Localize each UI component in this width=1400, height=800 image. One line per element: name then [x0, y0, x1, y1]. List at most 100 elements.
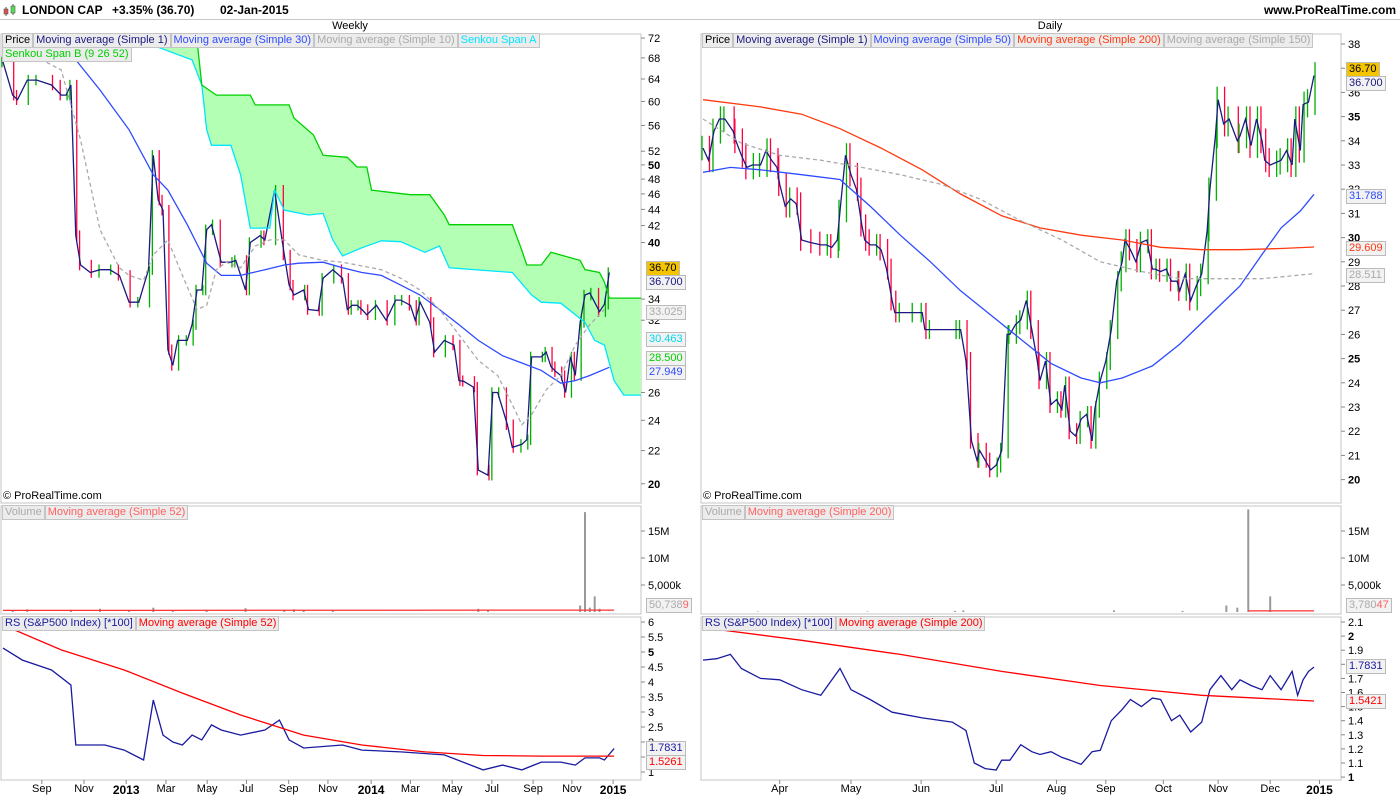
y-tick-label: 35: [1348, 112, 1360, 124]
legend-ma50[interactable]: Moving average (Simple 50): [870, 33, 1015, 48]
legend-volume[interactable]: Volume: [702, 505, 745, 520]
legend-senkou-b[interactable]: Senkou Span B (9 26 52): [2, 47, 132, 62]
daily-volume-panel[interactable]: [700, 505, 1342, 615]
y-tick-label: 2: [1348, 631, 1354, 643]
legend-volume-ma[interactable]: Moving average (Simple 200): [744, 505, 895, 520]
x-axis-label: Jul: [484, 783, 499, 795]
volume-value-label: 50,7389: [646, 598, 692, 613]
y-tick-label: 1.1: [1348, 758, 1363, 770]
ma30-value-label: 27.949: [646, 365, 686, 380]
legend-volume[interactable]: Volume: [2, 505, 45, 520]
legend-price[interactable]: Price: [2, 33, 34, 48]
volume-bar: [1247, 509, 1250, 612]
y-tick-label: 60: [648, 96, 660, 108]
x-axis-label: Mar: [400, 783, 420, 795]
y-tick-label: 15M: [648, 526, 669, 538]
y-tick-label: 2.5: [648, 722, 663, 734]
legend-ma150[interactable]: Moving average (Simple 150): [1163, 33, 1314, 48]
y-tick-label: 10M: [648, 553, 669, 565]
x-axis-label: 2015: [1306, 783, 1333, 797]
weekly-volume-legend: Volume Moving average (Simple 52): [2, 505, 189, 520]
y-tick-label: 29: [1348, 257, 1360, 269]
y-tick-label: 1.7: [1348, 673, 1363, 685]
volume-value-label: 3,78047: [1346, 598, 1392, 613]
legend-ma10[interactable]: Moving average (Simple 10): [314, 33, 458, 48]
y-tick-label: 5,000k: [1348, 580, 1382, 592]
y-tick-label: 22: [1348, 426, 1360, 438]
y-tick-label: 15M: [1348, 526, 1369, 538]
x-axis-label: Nov: [562, 783, 582, 795]
y-tick-label: 1.3: [1348, 730, 1363, 742]
legend-senkou-a[interactable]: Senkou Span A: [457, 33, 540, 48]
legend-rs[interactable]: RS (S&P500 Index) [*100]: [2, 616, 136, 631]
volume-bar: [1181, 610, 1184, 612]
x-axis-label: Sep: [32, 783, 52, 795]
legend-rs-ma[interactable]: Moving average (Simple 52): [135, 616, 280, 631]
y-tick-label: 56: [648, 120, 660, 132]
legend-ma1[interactable]: Moving average (Simple 1): [33, 33, 171, 48]
daily-price-panel[interactable]: [700, 33, 1342, 504]
volume-value: 3,780: [1349, 599, 1377, 611]
x-axis-label: Nov: [1208, 783, 1228, 795]
volume-value: 50,738: [649, 599, 683, 611]
y-tick-label: 31: [1348, 208, 1360, 220]
y-tick-label: 1: [1348, 772, 1354, 784]
x-axis-label: Aug: [1046, 783, 1067, 795]
legend-price[interactable]: Price: [702, 33, 734, 48]
volume-bar: [756, 611, 759, 612]
x-axis-label: Nov: [318, 783, 338, 795]
x-axis-label: 2015: [599, 783, 627, 797]
x-axis-label: Nov: [74, 783, 94, 795]
x-axis-label: 2013: [112, 783, 140, 797]
legend-rs[interactable]: RS (S&P500 Index) [*100]: [702, 616, 836, 631]
y-tick-label: 10M: [1348, 553, 1369, 565]
y-tick-label: 26: [648, 387, 660, 399]
x-axis-label: May: [840, 783, 862, 795]
legend-rs-ma[interactable]: Moving average (Simple 200): [835, 616, 986, 631]
weekly-price-legend-row2: Senkou Span B (9 26 52): [2, 47, 132, 62]
volume-bar: [1269, 596, 1272, 612]
last-price-label: 36.70: [1346, 62, 1380, 77]
volume-bar: [1236, 607, 1239, 612]
legend-ma1[interactable]: Moving average (Simple 1): [733, 33, 871, 48]
legend-ma200[interactable]: Moving average (Simple 200): [1014, 33, 1164, 48]
y-tick-label: 20: [1348, 475, 1360, 487]
daily-copyright: © ProRealTime.com: [703, 490, 802, 502]
legend-volume-ma[interactable]: Moving average (Simple 52): [44, 505, 189, 520]
daily-rs-legend: RS (S&P500 Index) [*100] Moving average …: [702, 616, 986, 631]
x-axis-label: Jul: [989, 783, 1004, 795]
volume-ma-value: 47: [1376, 599, 1389, 611]
y-tick-label: 5,000k: [648, 580, 682, 592]
x-axis-label: Sep: [278, 783, 299, 795]
y-tick-label: 33: [1348, 160, 1360, 172]
y-tick-label: 27: [1348, 305, 1360, 317]
y-tick-label: 72: [648, 33, 660, 45]
x-axis-label: Sep: [1095, 783, 1116, 795]
volume-bar: [954, 610, 957, 612]
y-tick-label: 42: [648, 221, 660, 233]
y-tick-label: 34: [1348, 136, 1360, 148]
y-tick-label: 1.9: [1348, 645, 1363, 657]
volume-bar: [866, 611, 869, 612]
ma200-value-label: 29.609: [1346, 241, 1386, 256]
ma1-value-label: 36.700: [1346, 76, 1386, 91]
rs-ma-value-label: 1.5421: [1346, 694, 1386, 709]
weekly-price-legend: Price Moving average (Simple 1) Moving a…: [2, 33, 540, 48]
x-axis-label: 2014: [357, 783, 385, 797]
legend-ma30[interactable]: Moving average (Simple 30): [170, 33, 315, 48]
rs-ma-value-label: 1.5261: [646, 755, 686, 770]
charts-canvas[interactable]: 7268646056525048464442403432262422203837…: [0, 0, 1400, 800]
y-tick-label: 46: [648, 189, 660, 201]
weekly-volume-panel[interactable]: [0, 505, 642, 615]
senkou-a-value-label: 30.463: [646, 332, 686, 347]
y-tick-label: 1.4: [1348, 716, 1363, 728]
weekly-copyright: © ProRealTime.com: [3, 490, 102, 502]
y-tick-label: 48: [648, 174, 660, 186]
daily-rs-panel[interactable]: [700, 616, 1342, 781]
rs-value-label: 1.7831: [646, 741, 686, 756]
y-tick-label: 23: [1348, 402, 1360, 414]
y-tick-label: 20: [648, 479, 660, 491]
rs-value-label: 1.7831: [1346, 659, 1386, 674]
y-tick-label: 52: [648, 146, 660, 158]
volume-bar: [579, 605, 582, 612]
